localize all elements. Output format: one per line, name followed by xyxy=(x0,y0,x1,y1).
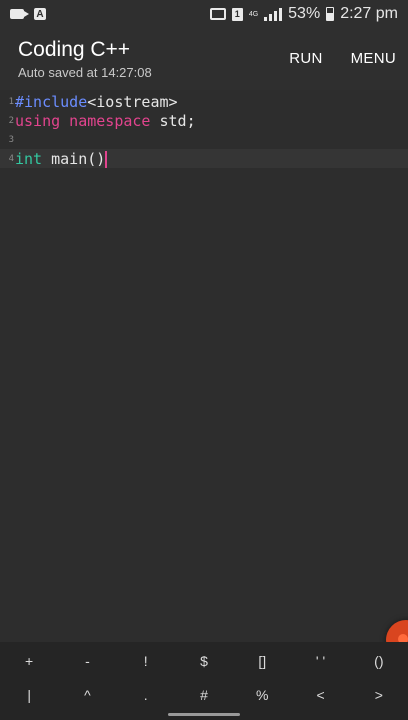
status-left: A xyxy=(10,8,46,20)
type-token: int xyxy=(15,149,43,168)
code-line[interactable]: 2 using namespace std; xyxy=(0,111,408,130)
network-type-label: 4G xyxy=(248,10,259,18)
app-bar: Coding C++ Auto saved at 14:27:08 RUN ME… xyxy=(0,28,408,90)
symbol-row-2: | ^ . # % < > xyxy=(0,678,408,712)
code-line-active[interactable]: 4 int main() xyxy=(0,149,408,168)
text-cursor xyxy=(105,150,108,168)
code-text: using namespace std; xyxy=(15,112,196,130)
symbol-key[interactable]: | xyxy=(0,687,58,703)
sim-icon: 1 xyxy=(231,7,243,21)
a-notification-icon: A xyxy=(34,8,46,20)
code-line[interactable]: 3 xyxy=(0,130,408,149)
symbol-key[interactable]: $ xyxy=(175,653,233,669)
function-token: main() xyxy=(42,149,106,168)
symbol-key[interactable]: > xyxy=(350,687,408,703)
code-editor[interactable]: 1 #include<iostream> 2 using namespace s… xyxy=(0,90,408,660)
autosave-status: Auto saved at 14:27:08 xyxy=(18,65,152,80)
network-type-icon: 4G xyxy=(249,11,258,18)
symbol-key[interactable]: . xyxy=(117,687,175,703)
cast-icon xyxy=(209,8,226,20)
symbol-row-1: + - ! $ [] ' ' () xyxy=(0,644,408,678)
code-text: #include<iostream> xyxy=(15,93,178,111)
line-number: 4 xyxy=(8,153,14,164)
identifier-token: std; xyxy=(150,111,196,130)
run-button[interactable]: RUN xyxy=(289,50,322,67)
code-text: int main() xyxy=(15,149,108,168)
symbol-key[interactable]: - xyxy=(58,653,116,669)
signal-icon xyxy=(264,7,283,21)
symbol-key[interactable]: () xyxy=(350,653,408,669)
symbol-key[interactable]: ' ' xyxy=(291,653,349,669)
preprocessor-token: #include xyxy=(15,92,88,111)
line-number: 3 xyxy=(8,134,14,145)
home-indicator[interactable] xyxy=(168,713,240,716)
menu-button[interactable]: MENU xyxy=(351,50,396,67)
battery-percent: 53% xyxy=(288,5,321,22)
keyword-token: using namespace xyxy=(15,111,151,130)
symbol-key[interactable]: # xyxy=(175,687,233,703)
symbol-key[interactable]: + xyxy=(0,653,58,669)
clock: 2:27 pm xyxy=(340,5,398,22)
line-number: 1 xyxy=(8,96,14,107)
symbol-key[interactable]: % xyxy=(233,687,291,703)
battery-icon xyxy=(326,7,335,21)
symbol-key[interactable]: < xyxy=(291,687,349,703)
app-actions: RUN MENU xyxy=(289,50,396,67)
symbol-key[interactable]: [] xyxy=(233,653,291,669)
status-right: 1 4G 53% 2:27 pm xyxy=(209,5,398,23)
line-number: 2 xyxy=(8,115,14,126)
code-line[interactable]: 1 #include<iostream> xyxy=(0,92,408,111)
header-token: <iostream> xyxy=(87,92,178,111)
status-bar: A 1 4G 53% 2:27 pm xyxy=(0,0,408,28)
video-camera-icon xyxy=(10,9,29,19)
symbol-bar: + - ! $ [] ' ' () | ^ . # % < > xyxy=(0,642,408,720)
symbol-key[interactable]: ^ xyxy=(58,687,116,703)
symbol-key[interactable]: ! xyxy=(117,653,175,669)
